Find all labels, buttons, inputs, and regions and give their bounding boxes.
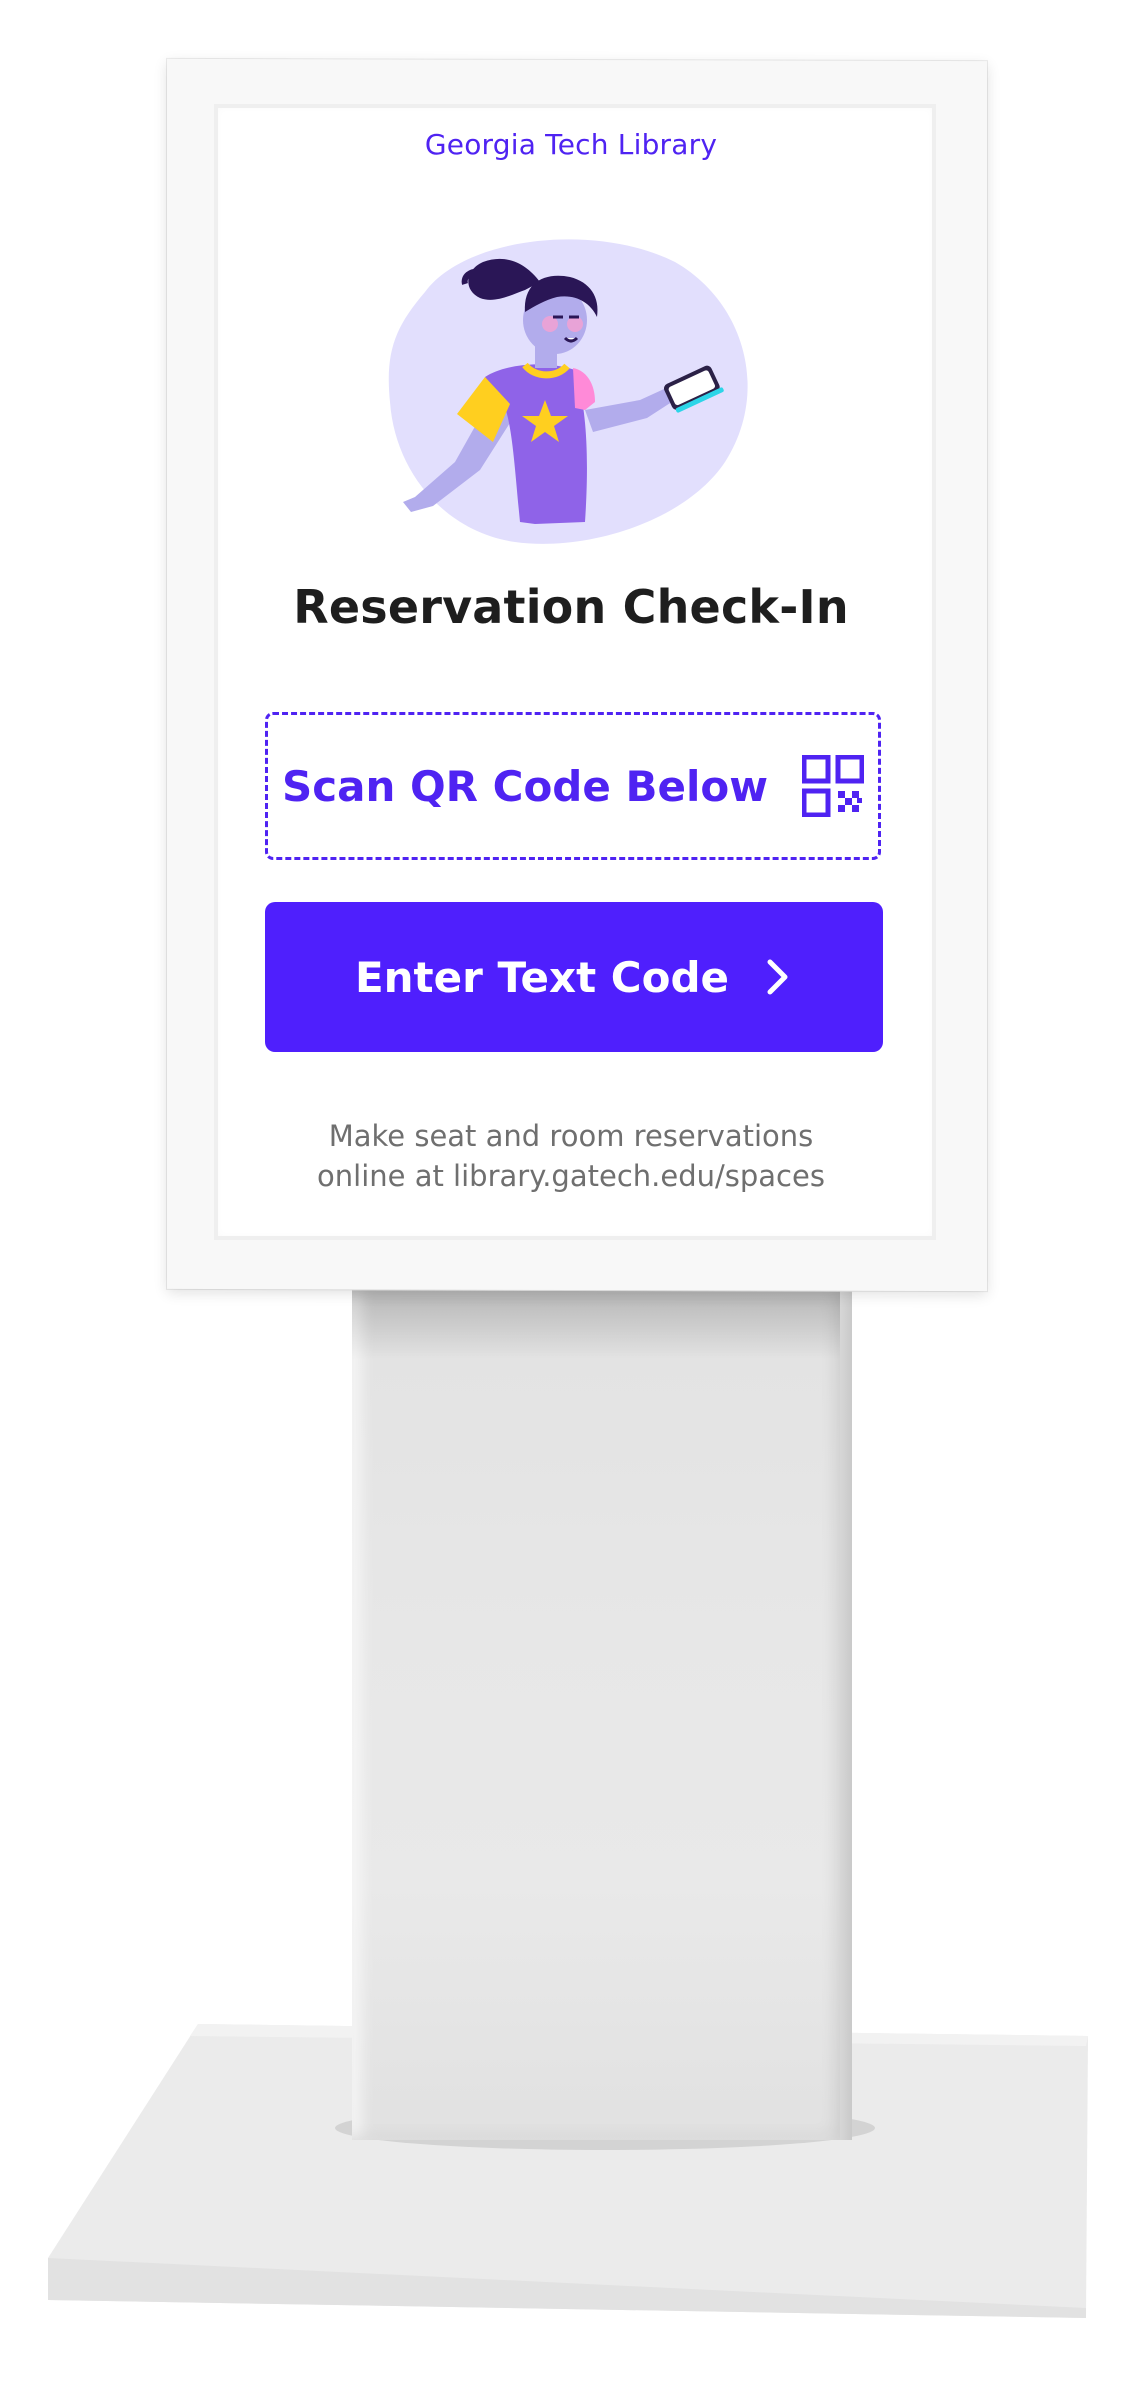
reservation-info-line2: online at library.gatech.edu/spaces bbox=[317, 1159, 825, 1193]
enter-text-code-button[interactable]: Enter Text Code bbox=[265, 902, 883, 1052]
kiosk-mockup: Georgia Tech Library Reservation Check-I… bbox=[0, 0, 1142, 2401]
screen-content: Georgia Tech Library Reservation Check-I… bbox=[0, 0, 1142, 1300]
page-title: Reservation Check-In bbox=[293, 580, 849, 634]
pillar-shadow bbox=[352, 1290, 852, 1360]
brand-name: Georgia Tech Library bbox=[424, 128, 718, 161]
student-with-phone-illustration bbox=[388, 239, 748, 544]
chevron-right-icon bbox=[767, 959, 788, 995]
qr-code-icon bbox=[802, 755, 865, 817]
scan-qr-option[interactable]: Scan QR Code Below bbox=[265, 712, 881, 860]
pillar-edge bbox=[840, 1290, 852, 2140]
enter-text-code-label: Enter Text Code bbox=[354, 952, 730, 1002]
scan-qr-label: Scan QR Code Below bbox=[281, 761, 769, 811]
reservation-info: Make seat and room reservations online a… bbox=[0, 1116, 1142, 1196]
reservation-info-line1: Make seat and room reservations bbox=[328, 1119, 814, 1153]
kiosk-pillar bbox=[352, 1290, 852, 2140]
